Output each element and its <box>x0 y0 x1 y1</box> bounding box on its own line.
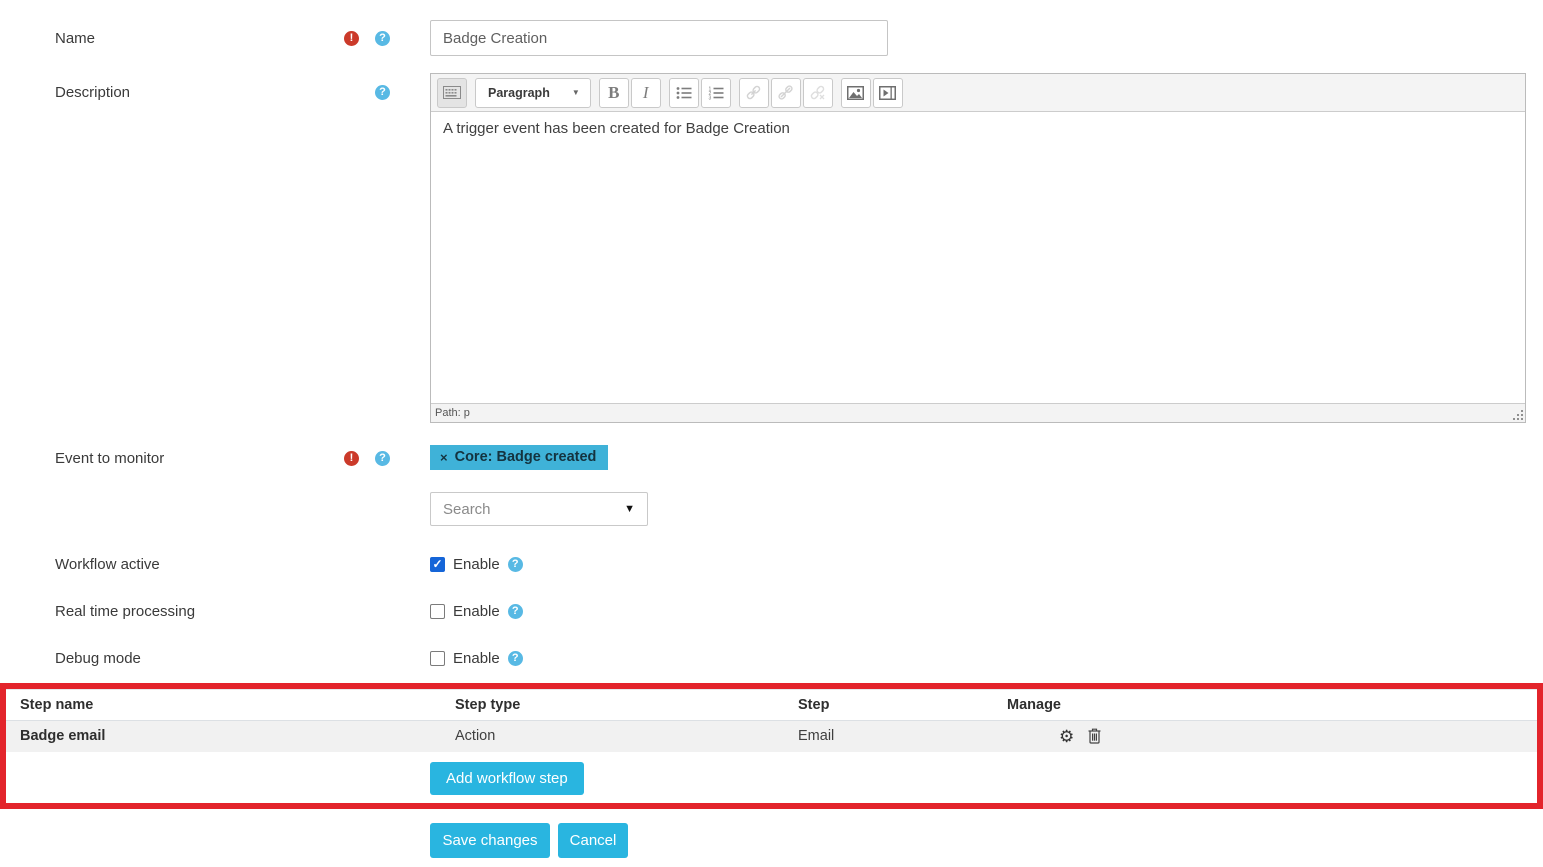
bold-button[interactable]: B <box>598 77 629 108</box>
insert-image-icon[interactable] <box>840 77 871 108</box>
workflow-active-row: Workflow active Enable ? <box>0 556 1543 573</box>
editor-status-bar: Path: p <box>431 403 1525 422</box>
col-step-name: Step name <box>6 689 455 721</box>
debug-mode-checkbox[interactable] <box>430 651 445 666</box>
save-button[interactable]: Save changes <box>430 822 550 858</box>
name-input[interactable] <box>430 20 888 56</box>
help-icon[interactable]: ? <box>375 30 390 46</box>
form-actions: Save changes Cancel <box>430 822 1543 858</box>
selected-event-tag[interactable]: × Core: Badge created <box>430 445 609 470</box>
help-icon[interactable]: ? <box>375 84 390 100</box>
step-type-cell: Action <box>455 720 798 752</box>
enable-label: Enable <box>453 650 500 667</box>
description-label-col: Description ? <box>0 73 430 111</box>
gear-icon[interactable]: ⚙ <box>1059 728 1074 745</box>
required-icon: ! <box>344 30 359 46</box>
help-icon[interactable]: ? <box>375 451 390 466</box>
name-label-col: Name ! ? <box>0 20 430 56</box>
realtime-processing-label: Real time processing <box>55 603 196 620</box>
ordered-list-icon[interactable]: 123 <box>700 77 731 108</box>
steps-table-header: Step name Step type Step Manage <box>6 689 1537 721</box>
remove-tag-icon[interactable]: × <box>440 450 448 465</box>
col-step: Step <box>798 689 1007 721</box>
table-row: Badge email Action Email ⚙ <box>6 720 1537 752</box>
help-icon[interactable]: ? <box>507 604 523 619</box>
col-manage: Manage <box>1007 689 1537 721</box>
help-icon[interactable]: ? <box>507 557 523 572</box>
col-step-type: Step type <box>455 689 798 721</box>
svg-text:3: 3 <box>708 95 711 99</box>
editor-toolbar: Paragraph ▼ B I 1 2 3 <box>431 74 1525 112</box>
step-name-cell: Badge email <box>6 720 455 752</box>
required-icon: ! <box>344 451 359 466</box>
link-icon <box>738 77 769 108</box>
name-label: Name <box>55 29 96 47</box>
event-search-placeholder: Search <box>443 500 491 518</box>
workflow-steps-panel: Step name Step type Step Manage Badge em… <box>0 683 1543 809</box>
event-label: Event to monitor <box>55 450 165 467</box>
description-field-row: Description ? Paragraph ▼ B I 1 2 3 A tr… <box>0 73 1543 423</box>
description-label: Description <box>55 83 131 101</box>
selected-event-label: Core: Badge created <box>454 449 597 465</box>
step-cell: Email <box>798 720 1007 752</box>
auto-link-off-icon <box>802 77 833 108</box>
unordered-list-icon[interactable] <box>668 77 699 108</box>
rich-text-editor: Paragraph ▼ B I 1 2 3 A trigger event ha… <box>430 73 1526 423</box>
paragraph-format-select[interactable]: Paragraph ▼ <box>475 77 591 108</box>
workflow-active-checkbox[interactable] <box>430 557 445 572</box>
workflow-edit-form: Name ! ? Description ? <box>0 0 1543 858</box>
workflow-active-label: Workflow active <box>55 556 160 573</box>
manage-cell: ⚙ <box>1007 720 1537 752</box>
debug-mode-row: Debug mode Enable ? <box>0 650 1543 667</box>
unlink-icon <box>770 77 801 108</box>
realtime-processing-row: Real time processing Enable ? <box>0 603 1543 620</box>
name-field-row: Name ! ? <box>0 0 1543 56</box>
cancel-button[interactable]: Cancel <box>558 822 628 858</box>
debug-mode-label: Debug mode <box>55 650 141 667</box>
editor-path: Path: p <box>435 407 470 419</box>
event-field-row: Event to monitor ! ? × Core: Badge creat… <box>0 445 1543 526</box>
enable-label: Enable <box>453 556 500 573</box>
editor-content[interactable]: A trigger event has been created for Bad… <box>431 112 1525 403</box>
resize-grip[interactable] <box>1512 409 1524 421</box>
realtime-processing-checkbox[interactable] <box>430 604 445 619</box>
event-search-select[interactable]: Search ▼ <box>430 492 648 526</box>
paragraph-format-value: Paragraph <box>488 85 550 100</box>
enable-label: Enable <box>453 603 500 620</box>
steps-table: Step name Step type Step Manage Badge em… <box>6 689 1537 752</box>
italic-button[interactable]: I <box>630 77 661 108</box>
trash-icon[interactable] <box>1088 728 1101 744</box>
chevron-down-icon: ▼ <box>571 88 580 97</box>
event-label-col: Event to monitor ! ? <box>0 445 430 472</box>
toggle-toolbar-icon[interactable] <box>437 77 467 108</box>
add-workflow-step-button[interactable]: Add workflow step <box>430 761 584 795</box>
insert-media-icon[interactable] <box>872 77 903 108</box>
dropdown-arrow-icon: ▼ <box>624 503 635 515</box>
help-icon[interactable]: ? <box>507 651 523 666</box>
